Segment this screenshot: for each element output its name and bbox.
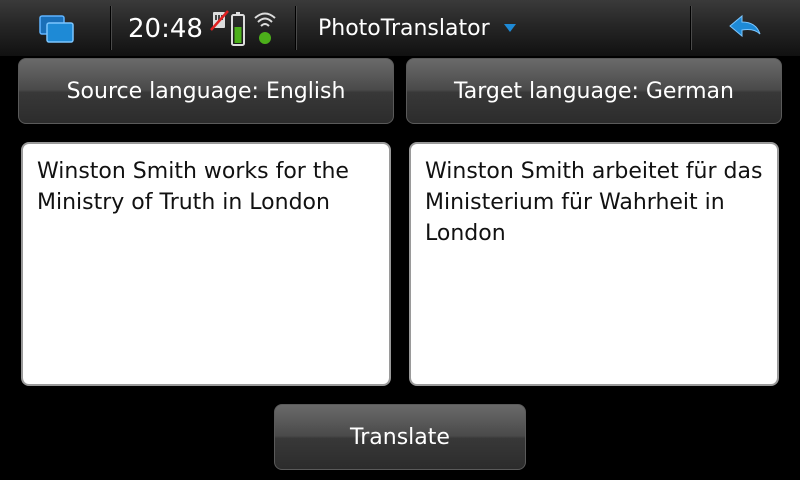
wifi-icon bbox=[254, 12, 276, 44]
app-title: PhotoTranslator bbox=[318, 15, 490, 41]
source-text-input[interactable]: Winston Smith works for the Ministry of … bbox=[21, 142, 391, 386]
status-separator bbox=[295, 6, 296, 50]
back-arrow-icon bbox=[729, 14, 761, 38]
status-separator bbox=[690, 6, 691, 50]
task-switcher-icon bbox=[39, 15, 74, 43]
app-menu-button[interactable]: PhotoTranslator bbox=[310, 8, 530, 48]
target-language-button[interactable]: Target language: German bbox=[406, 58, 782, 124]
clock: 20:48 bbox=[128, 14, 203, 44]
status-separator bbox=[110, 6, 111, 50]
battery-icon bbox=[231, 12, 245, 46]
translate-button[interactable]: Translate bbox=[274, 404, 526, 470]
task-switcher-button[interactable] bbox=[30, 8, 86, 48]
chevron-down-icon bbox=[503, 24, 516, 32]
source-language-button[interactable]: Source language: English bbox=[18, 58, 394, 124]
status-bar: 20:48 PhotoTranslator bbox=[0, 0, 800, 57]
target-text-output[interactable]: Winston Smith arbeitet für das Ministeri… bbox=[409, 142, 779, 386]
status-indicators bbox=[210, 8, 276, 48]
sim-blocked-icon bbox=[210, 10, 229, 31]
app-screen: 20:48 PhotoTranslator Source language: E… bbox=[0, 0, 800, 480]
back-button[interactable] bbox=[716, 8, 772, 48]
